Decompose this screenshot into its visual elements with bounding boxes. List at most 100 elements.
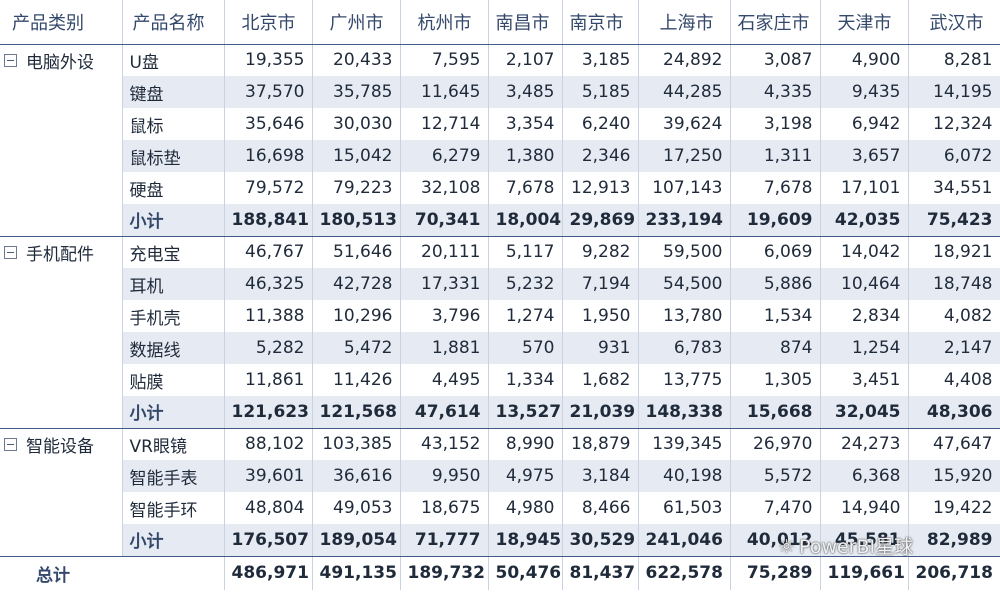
value-cell: 24,273 bbox=[820, 428, 909, 460]
value-cell: 54,500 bbox=[638, 268, 731, 300]
product-name-cell: 耳机 bbox=[122, 268, 225, 300]
value-cell: 8,990 bbox=[488, 428, 563, 460]
value-cell: 11,861 bbox=[224, 364, 313, 396]
value-cell: 46,325 bbox=[224, 268, 313, 300]
value-cell: 43,152 bbox=[400, 428, 489, 460]
value-cell: 35,785 bbox=[312, 76, 401, 108]
value-cell: 12,324 bbox=[908, 108, 1000, 140]
table-row: 键盘 37,570 35,785 11,645 3,485 5,185 44,285 4,33… bbox=[0, 76, 1000, 108]
category-label: 智能设备 bbox=[26, 437, 94, 457]
header-city[interactable]: 北京市 bbox=[224, 0, 313, 45]
header-product[interactable]: 产品名称 bbox=[122, 0, 225, 45]
collapse-icon[interactable] bbox=[4, 438, 17, 451]
value-cell: 26,970 bbox=[730, 428, 821, 460]
header-city[interactable]: 广州市 bbox=[312, 0, 401, 45]
collapse-icon[interactable] bbox=[4, 246, 17, 259]
header-city[interactable]: 南京市 bbox=[562, 0, 639, 45]
value-cell: 18,748 bbox=[908, 268, 1000, 300]
value-cell: 39,601 bbox=[224, 460, 313, 492]
collapse-icon[interactable] bbox=[4, 54, 17, 67]
header-city[interactable]: 武汉市 bbox=[908, 0, 1000, 45]
value-cell: 2,346 bbox=[562, 140, 639, 172]
grand-total-row: 总计 486,971 491,135 189,732 50,476 81,437… bbox=[0, 555, 1000, 590]
value-cell: 6,240 bbox=[562, 108, 639, 140]
product-name-cell: 鼠标垫 bbox=[122, 140, 225, 172]
value-cell: 4,082 bbox=[908, 300, 1000, 332]
header-city[interactable]: 南昌市 bbox=[488, 0, 563, 45]
table-row: 硬盘 79,572 79,223 32,108 7,678 12,913 107,143 7,… bbox=[0, 172, 1000, 204]
value-cell: 3,185 bbox=[562, 44, 639, 76]
value-cell: 13,780 bbox=[638, 300, 731, 332]
value-cell: 20,433 bbox=[312, 44, 401, 76]
value-cell: 32,108 bbox=[400, 172, 489, 204]
value-cell: 9,282 bbox=[562, 236, 639, 268]
subtotal-cell: 15,668 bbox=[730, 396, 821, 429]
value-cell: 19,422 bbox=[908, 492, 1000, 524]
subtotal-cell: 30,529 bbox=[562, 524, 639, 557]
value-cell: 15,042 bbox=[312, 140, 401, 172]
value-cell: 4,980 bbox=[488, 492, 563, 524]
subtotal-row: 小计 188,841 180,513 70,341 18,004 29,869 233,19… bbox=[0, 204, 1000, 237]
value-cell: 8,466 bbox=[562, 492, 639, 524]
value-cell: 47,647 bbox=[908, 428, 1000, 460]
value-cell: 11,388 bbox=[224, 300, 313, 332]
value-cell: 3,796 bbox=[400, 300, 489, 332]
category-cell: 智能设备 bbox=[0, 428, 123, 557]
value-cell: 4,975 bbox=[488, 460, 563, 492]
product-name-cell: U盘 bbox=[122, 44, 225, 76]
value-cell: 5,232 bbox=[488, 268, 563, 300]
value-cell: 1,311 bbox=[730, 140, 821, 172]
value-cell: 88,102 bbox=[224, 428, 313, 460]
product-name-cell: 智能手表 bbox=[122, 460, 225, 492]
table-row: 鼠标 35,646 30,030 12,714 3,354 6,240 39,624 3,19… bbox=[0, 108, 1000, 140]
value-cell: 30,030 bbox=[312, 108, 401, 140]
header-city[interactable]: 石家庄市 bbox=[730, 0, 821, 45]
value-cell: 46,767 bbox=[224, 236, 313, 268]
subtotal-row: 小计 176,507 189,054 71,777 18,945 30,529 241,04… bbox=[0, 524, 1000, 557]
subtotal-cell: 21,039 bbox=[562, 396, 639, 429]
value-cell: 7,595 bbox=[400, 44, 489, 76]
value-cell: 5,886 bbox=[730, 268, 821, 300]
value-cell: 6,368 bbox=[820, 460, 909, 492]
header-category[interactable]: 产品类别 bbox=[0, 0, 123, 45]
value-cell: 16,698 bbox=[224, 140, 313, 172]
value-cell: 5,282 bbox=[224, 332, 313, 364]
value-cell: 14,042 bbox=[820, 236, 909, 268]
value-cell: 10,464 bbox=[820, 268, 909, 300]
value-cell: 931 bbox=[562, 332, 639, 364]
value-cell: 2,147 bbox=[908, 332, 1000, 364]
header-city[interactable]: 天津市 bbox=[820, 0, 909, 45]
value-cell: 13,775 bbox=[638, 364, 731, 396]
value-cell: 7,470 bbox=[730, 492, 821, 524]
value-cell: 5,472 bbox=[312, 332, 401, 364]
value-cell: 3,451 bbox=[820, 364, 909, 396]
value-cell: 1,950 bbox=[562, 300, 639, 332]
header-city[interactable]: 杭州市 bbox=[400, 0, 489, 45]
grand-total-cell: 189,732 bbox=[400, 555, 489, 590]
value-cell: 39,624 bbox=[638, 108, 731, 140]
value-cell: 4,408 bbox=[908, 364, 1000, 396]
subtotal-cell: 45,581 bbox=[820, 524, 909, 557]
subtotal-row: 小计 121,623 121,568 47,614 13,527 21,039 148,33… bbox=[0, 396, 1000, 429]
value-cell: 12,714 bbox=[400, 108, 489, 140]
subtotal-cell: 47,614 bbox=[400, 396, 489, 429]
value-cell: 9,435 bbox=[820, 76, 909, 108]
value-cell: 3,657 bbox=[820, 140, 909, 172]
value-cell: 20,111 bbox=[400, 236, 489, 268]
value-cell: 2,107 bbox=[488, 44, 563, 76]
value-cell: 24,892 bbox=[638, 44, 731, 76]
subtotal-cell: 121,623 bbox=[224, 396, 313, 429]
value-cell: 1,274 bbox=[488, 300, 563, 332]
subtotal-cell: 19,609 bbox=[730, 204, 821, 237]
header-city[interactable]: 上海市 bbox=[638, 0, 731, 45]
value-cell: 874 bbox=[730, 332, 821, 364]
table-row: 贴膜 11,861 11,426 4,495 1,334 1,682 13,775 1,305… bbox=[0, 364, 1000, 396]
value-cell: 15,920 bbox=[908, 460, 1000, 492]
subtotal-cell: 42,035 bbox=[820, 204, 909, 237]
value-cell: 5,572 bbox=[730, 460, 821, 492]
product-name-cell: 手机壳 bbox=[122, 300, 225, 332]
value-cell: 14,940 bbox=[820, 492, 909, 524]
value-cell: 6,783 bbox=[638, 332, 731, 364]
value-cell: 6,942 bbox=[820, 108, 909, 140]
product-name-cell: 键盘 bbox=[122, 76, 225, 108]
